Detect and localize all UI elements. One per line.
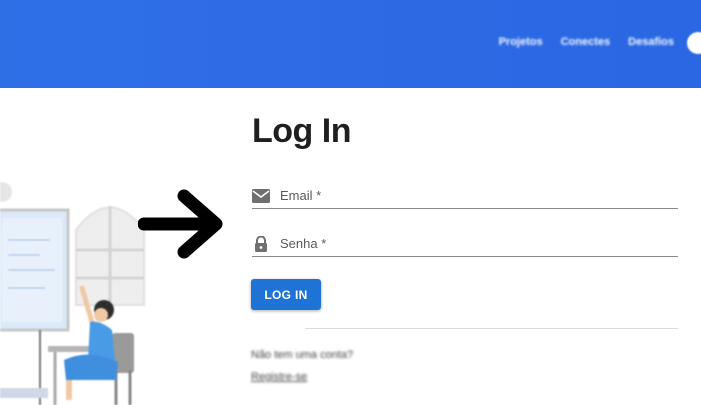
envelope-icon <box>252 189 270 203</box>
password-field[interactable] <box>252 231 678 257</box>
no-account-text: Não tem uma conta? <box>251 349 354 361</box>
email-field[interactable] <box>252 183 678 209</box>
lock-icon <box>255 236 267 252</box>
page-title: Log In <box>252 112 351 150</box>
top-header: Projetos Conectes Desafios <box>0 0 701 88</box>
profile-avatar[interactable] <box>687 32 701 54</box>
divider <box>305 328 678 329</box>
nav-link-conectes[interactable]: Conectes <box>561 36 611 48</box>
email-input[interactable] <box>280 185 670 205</box>
right-arrow-icon <box>138 189 223 259</box>
main-nav: Projetos Conectes Desafios <box>499 36 674 48</box>
nav-link-desafios[interactable]: Desafios <box>628 36 674 48</box>
register-link[interactable]: Registre-se <box>251 371 307 383</box>
password-input[interactable] <box>280 233 670 253</box>
nav-link-projetos[interactable]: Projetos <box>499 36 543 48</box>
student-illustration <box>0 182 145 405</box>
login-button[interactable]: LOG IN <box>251 279 321 310</box>
